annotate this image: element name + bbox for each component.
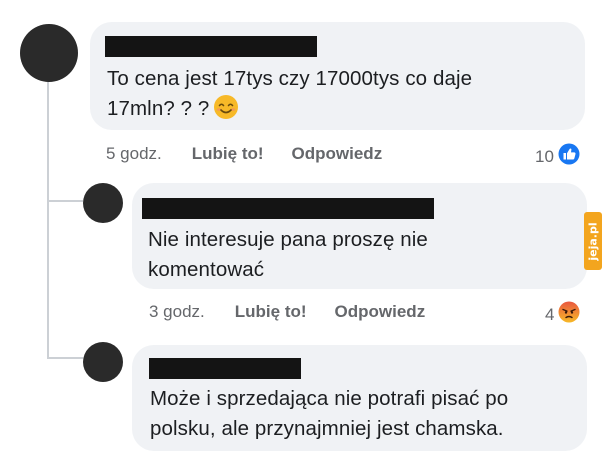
- thread-connector-branch: [47, 357, 83, 359]
- reaction-summary[interactable]: 10: [535, 143, 580, 170]
- comment-bubble: To cena jest 17tys czy 17000tys co daje …: [90, 22, 585, 130]
- reply-button[interactable]: Odpowiedz: [292, 144, 383, 164]
- avatar[interactable]: [83, 342, 123, 382]
- thread-connector-line: [47, 78, 49, 359]
- reaction-count: 4: [545, 304, 555, 324]
- avatar[interactable]: [83, 183, 123, 223]
- like-button[interactable]: Lubię to!: [235, 302, 307, 322]
- comment-timestamp[interactable]: 5 godz.: [106, 144, 162, 164]
- redacted-author-name: [105, 36, 317, 57]
- comment-actions: 3 godz. Lubię to! Odpowiedz: [149, 302, 425, 322]
- comment-timestamp[interactable]: 3 godz.: [149, 302, 205, 322]
- like-button[interactable]: Lubię to!: [192, 144, 264, 164]
- comment-actions: 5 godz. Lubię to! Odpowiedz: [106, 144, 382, 164]
- jeja-watermark: jeja.pl: [584, 212, 602, 270]
- angry-reaction-icon: [558, 301, 580, 328]
- comment-text: Może i sprzedająca nie potrafi pisać po …: [150, 387, 509, 440]
- comment-bubble: Nie interesuje pana proszę nie komentowa…: [132, 183, 587, 289]
- comment-text: To cena jest 17tys czy 17000tys co daje …: [107, 64, 472, 129]
- thread-connector-branch: [47, 200, 83, 202]
- reply-button[interactable]: Odpowiedz: [335, 302, 426, 322]
- like-thumb-icon: [558, 143, 580, 170]
- reaction-count: 10: [535, 146, 554, 166]
- watermark-text: jeja.pl: [586, 221, 600, 261]
- smiling-face-emoji-icon: [213, 94, 239, 129]
- reaction-summary[interactable]: 4: [545, 301, 580, 328]
- redacted-author-name: [142, 198, 434, 219]
- comment-bubble: Może i sprzedająca nie potrafi pisać po …: [132, 345, 587, 451]
- avatar[interactable]: [20, 24, 78, 82]
- redacted-author-name: [149, 358, 301, 379]
- comment-text: Nie interesuje pana proszę nie komentowa…: [148, 228, 428, 281]
